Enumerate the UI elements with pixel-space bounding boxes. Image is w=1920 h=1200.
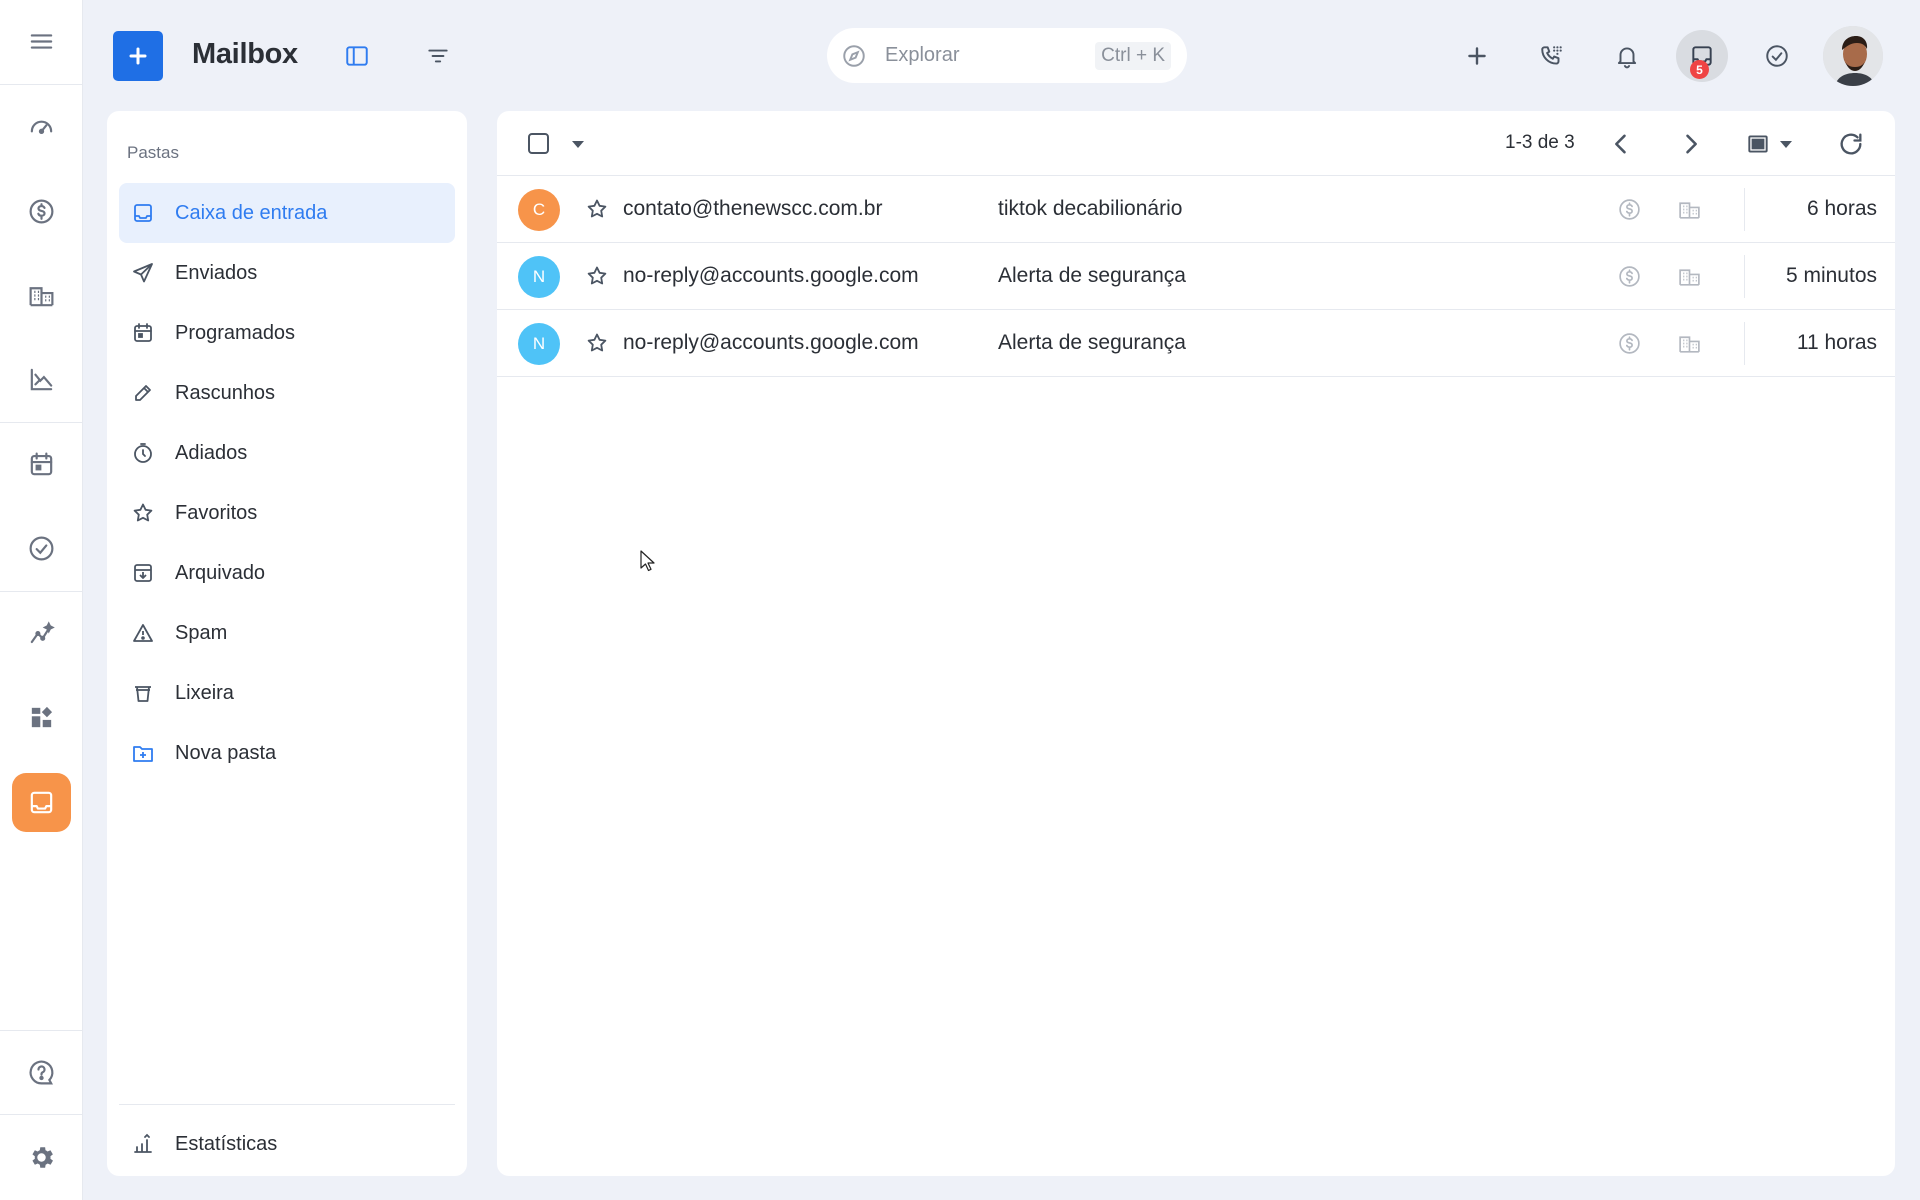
dashboard-icon[interactable] (12, 97, 71, 156)
menu-icon[interactable] (12, 12, 71, 71)
deal-link-icon[interactable] (1617, 264, 1642, 289)
folder-label: Favoritos (175, 501, 258, 524)
user-avatar[interactable] (1823, 26, 1883, 86)
mail-subject: Alerta de segurança (998, 264, 1186, 287)
sidebar-toggle-icon[interactable] (337, 36, 377, 76)
pagination-text: 1-3 de 3 (1505, 132, 1575, 153)
select-all-checkbox[interactable] (528, 133, 549, 154)
mailbox-notifications-button[interactable]: 5 (1676, 30, 1728, 82)
add-icon[interactable] (1457, 36, 1497, 76)
company-link-icon[interactable] (1677, 264, 1702, 289)
settings-icon[interactable] (12, 1128, 71, 1187)
send-icon (131, 261, 155, 285)
folder-inbox[interactable]: Caixa de entrada (119, 183, 455, 243)
folder-label: Enviados (175, 261, 258, 284)
mail-toolbar: 1-3 de 3 (497, 111, 1895, 176)
mail-time: 5 minutos (1785, 264, 1877, 287)
mail-sender: contato@thenewscc.com.br (623, 197, 883, 220)
phone-dialpad-icon[interactable] (1532, 36, 1572, 76)
compass-icon (841, 43, 867, 69)
timer-icon (131, 441, 155, 465)
star-icon[interactable] (585, 331, 609, 355)
folder-archived[interactable]: Arquivado (119, 543, 455, 603)
next-page-icon[interactable] (1677, 130, 1705, 158)
page-title: Mailbox (192, 38, 298, 70)
folder-label: Nova pasta (175, 741, 277, 764)
sender-avatar: N (518, 256, 560, 298)
star-icon[interactable] (585, 264, 609, 288)
folder-label: Caixa de entrada (175, 201, 328, 224)
stats-icon (131, 1132, 155, 1156)
warning-icon (131, 621, 155, 645)
mail-list-panel: 1-3 de 3 C contato@thenewscc.com.br tikt… (497, 111, 1895, 1176)
deal-link-icon[interactable] (1617, 331, 1642, 356)
refresh-icon[interactable] (1837, 130, 1865, 158)
trash-icon (131, 681, 155, 705)
folder-spam[interactable]: Spam (119, 603, 455, 663)
new-folder-icon (131, 741, 155, 765)
sparkline-icon[interactable] (12, 604, 71, 663)
stats-button[interactable]: Estatísticas (119, 1114, 455, 1174)
filter-icon[interactable] (418, 36, 458, 76)
folder-label: Rascunhos (175, 381, 276, 404)
folder-scheduled[interactable]: Programados (119, 303, 455, 363)
calendar-icon[interactable] (12, 435, 71, 494)
folder-label: Adiados (175, 441, 248, 464)
notification-badge: 5 (1690, 60, 1709, 79)
folder-label: Arquivado (175, 561, 266, 584)
inbox-icon[interactable] (12, 773, 71, 832)
folder-drafts[interactable]: Rascunhos (119, 363, 455, 423)
folder-label: Programados (175, 321, 296, 344)
mail-sender: no-reply@accounts.google.com (623, 331, 919, 354)
mouse-cursor-icon (640, 550, 655, 572)
search-placeholder: Explorar (885, 44, 960, 66)
select-dropdown-icon[interactable] (566, 132, 590, 156)
folders-panel: Pastas Caixa de entrada Enviados Program… (107, 111, 467, 1176)
mail-time: 6 horas (1806, 197, 1877, 220)
search-shortcut: Ctrl + K (1095, 41, 1171, 70)
archive-icon (131, 561, 155, 585)
sender-avatar: C (518, 189, 560, 231)
dollar-icon[interactable] (12, 182, 71, 241)
mail-row[interactable]: N no-reply@accounts.google.com Alerta de… (497, 243, 1895, 310)
view-mode-icon[interactable] (1745, 131, 1771, 157)
mail-row[interactable]: N no-reply@accounts.google.com Alerta de… (497, 310, 1895, 377)
help-icon[interactable] (12, 1043, 71, 1102)
widgets-icon[interactable] (12, 688, 71, 747)
inbox-icon (131, 201, 155, 225)
mail-subject: Alerta de segurança (998, 331, 1186, 354)
calendar-icon (131, 321, 155, 345)
prev-page-icon[interactable] (1607, 130, 1635, 158)
folder-trash[interactable]: Lixeira (119, 663, 455, 723)
folders-title: Pastas (127, 143, 179, 162)
mail-time: 11 horas (1796, 331, 1877, 354)
bell-icon[interactable] (1607, 36, 1647, 76)
folder-label: Lixeira (175, 681, 234, 704)
mail-subject: tiktok decabilionário (998, 197, 1183, 220)
pencil-icon (131, 381, 155, 405)
mail-row[interactable]: C contato@thenewscc.com.br tiktok decabi… (497, 176, 1895, 243)
chart-icon[interactable] (12, 350, 71, 409)
folder-snoozed[interactable]: Adiados (119, 423, 455, 483)
folder-label: Estatísticas (175, 1132, 278, 1155)
task-check-icon[interactable] (1757, 36, 1797, 76)
check-circle-icon[interactable] (12, 519, 71, 578)
left-rail (0, 0, 83, 1200)
building-icon[interactable] (12, 266, 71, 325)
sender-avatar: N (518, 323, 560, 365)
company-link-icon[interactable] (1677, 331, 1702, 356)
mail-sender: no-reply@accounts.google.com (623, 264, 919, 287)
new-folder-button[interactable]: Nova pasta (119, 723, 455, 783)
folder-sent[interactable]: Enviados (119, 243, 455, 303)
compose-button[interactable] (113, 31, 163, 81)
star-icon (131, 501, 155, 525)
view-dropdown-icon[interactable] (1774, 132, 1798, 156)
folder-label: Spam (175, 621, 228, 644)
deal-link-icon[interactable] (1617, 197, 1642, 222)
company-link-icon[interactable] (1677, 197, 1702, 222)
star-icon[interactable] (585, 197, 609, 221)
folder-favorites[interactable]: Favoritos (119, 483, 455, 543)
search-input[interactable]: Explorar Ctrl + K (827, 28, 1187, 83)
